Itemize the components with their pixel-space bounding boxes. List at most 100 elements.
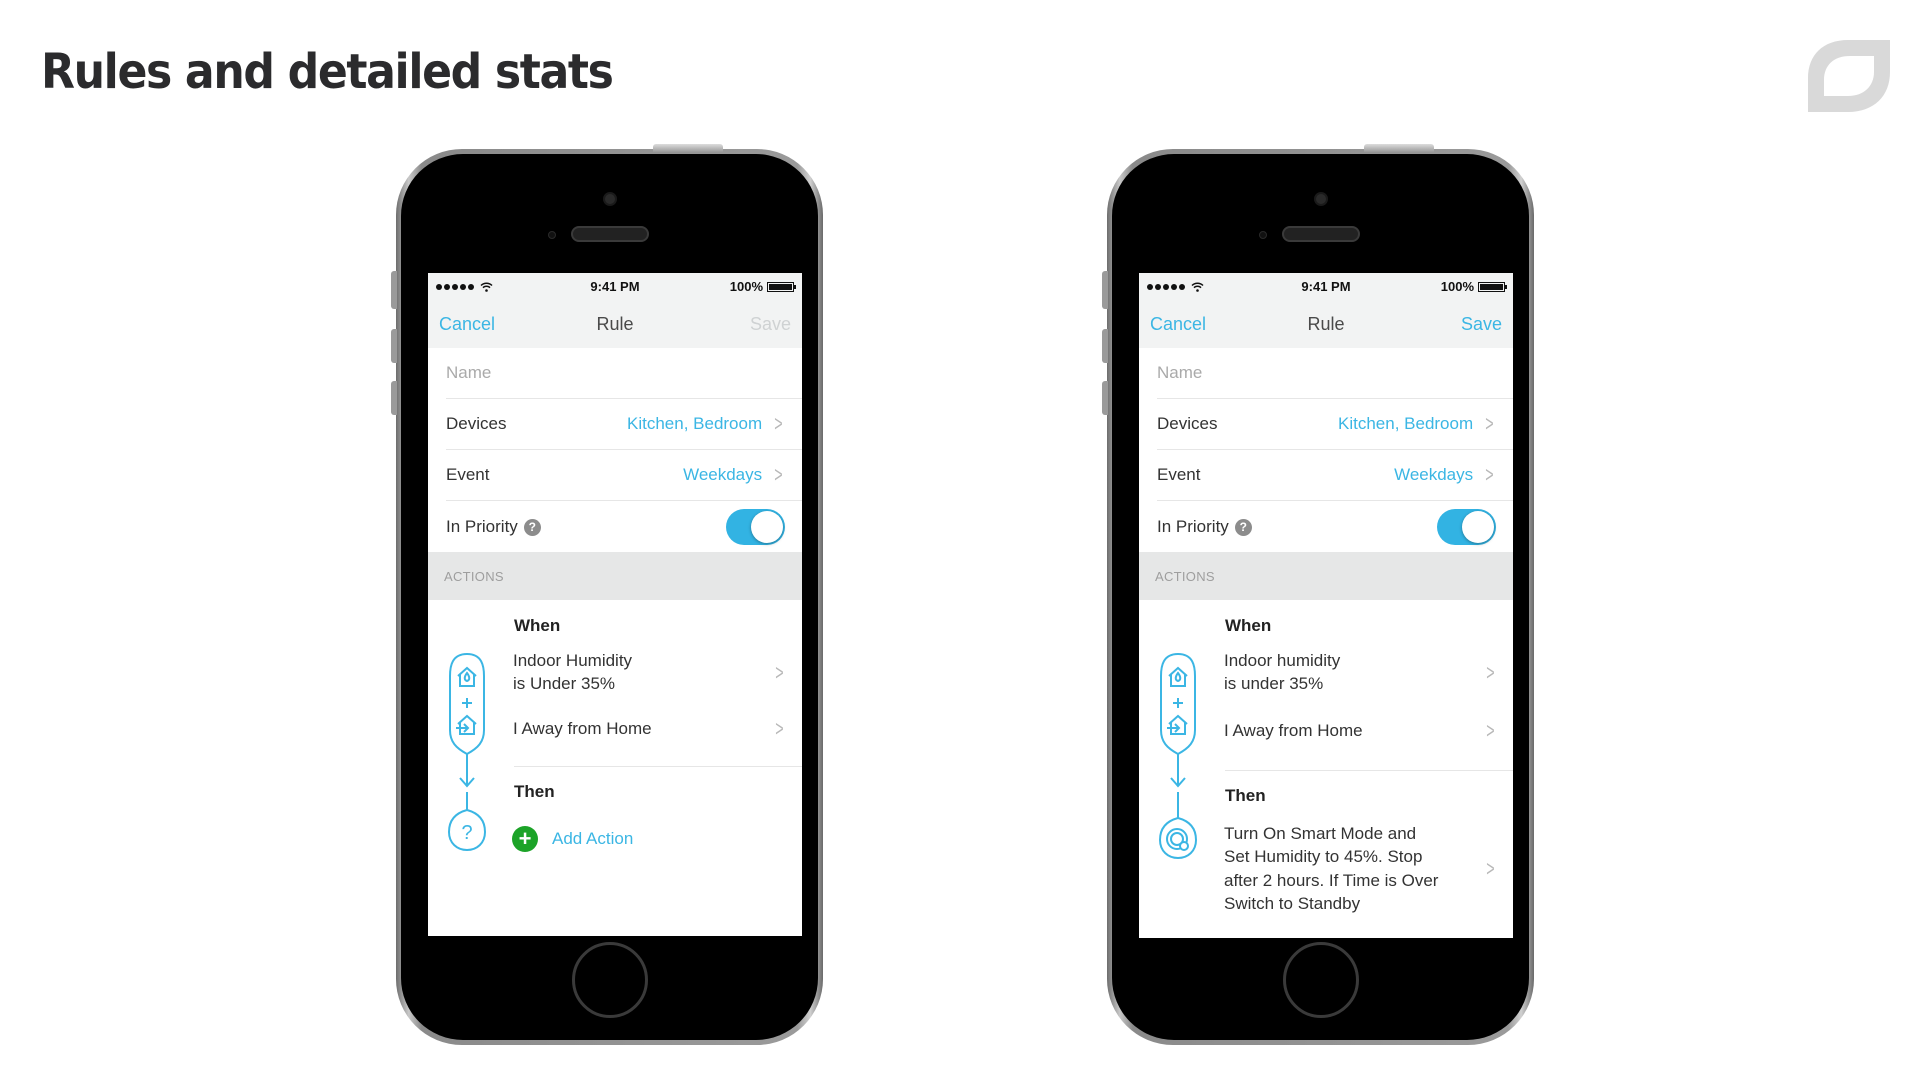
action-line: Set Humidity to 45%. Stop bbox=[1224, 847, 1423, 867]
nav-bar: Cancel Rule Save bbox=[428, 300, 802, 348]
battery-percent: 100% bbox=[729, 279, 763, 294]
priority-label: In Priority bbox=[446, 516, 518, 536]
event-label: Event bbox=[1157, 465, 1201, 484]
save-button[interactable]: Save bbox=[750, 314, 791, 335]
then-header: Then bbox=[1225, 786, 1266, 805]
then-header: Then bbox=[514, 782, 555, 801]
actions-section-header: ACTIONS bbox=[428, 552, 802, 600]
help-icon[interactable]: ? bbox=[523, 518, 541, 536]
battery-icon bbox=[1478, 281, 1507, 292]
chevron-right-icon: > bbox=[1486, 718, 1495, 744]
status-time: 9:41 PM bbox=[590, 279, 640, 294]
earpiece-speaker bbox=[570, 226, 649, 242]
arrow-down-icon bbox=[459, 754, 475, 788]
wifi-icon bbox=[480, 282, 493, 292]
actions-panel: ? When Indoor Humidity is Under 35% > I A… bbox=[428, 600, 802, 920]
condition-humidity[interactable]: Indoor Humidity is Under 35% > bbox=[513, 650, 786, 696]
priority-toggle[interactable] bbox=[1437, 508, 1496, 545]
leaf-logo-icon bbox=[1808, 40, 1890, 112]
event-row[interactable]: Event Weekdays > bbox=[446, 450, 802, 501]
divider bbox=[514, 766, 802, 767]
power-button bbox=[653, 144, 723, 152]
action-line: Turn On Smart Mode and bbox=[1224, 824, 1417, 843]
phone-mockup-2: 9:41 PM 100% Cancel Rule Save Name Devic… bbox=[1102, 144, 1534, 1045]
save-button[interactable]: Save bbox=[1461, 314, 1502, 335]
power-button bbox=[1364, 144, 1434, 152]
away-home-icon bbox=[1167, 714, 1188, 735]
home-button[interactable] bbox=[571, 942, 648, 1018]
earpiece-speaker bbox=[1281, 226, 1360, 242]
home-button[interactable] bbox=[1282, 942, 1359, 1018]
rule-screen: 9:41 PM 100% Cancel Rule Save Name Devic… bbox=[428, 273, 802, 936]
event-value: Weekdays bbox=[683, 465, 763, 484]
proximity-sensor bbox=[548, 231, 556, 239]
cancel-button[interactable]: Cancel bbox=[439, 314, 495, 335]
name-placeholder: Name bbox=[446, 363, 492, 382]
chevron-right-icon: > bbox=[775, 716, 784, 742]
signal-dots-icon bbox=[1147, 283, 1185, 290]
volume-up-button bbox=[1102, 329, 1108, 363]
cancel-button[interactable]: Cancel bbox=[1150, 314, 1206, 335]
chevron-right-icon: > bbox=[1485, 411, 1494, 436]
nav-bar: Cancel Rule Save bbox=[1139, 300, 1513, 348]
devices-value: Kitchen, Bedroom bbox=[627, 414, 763, 433]
arrow-down-icon bbox=[1170, 754, 1186, 788]
condition-line: is Under 35% bbox=[513, 673, 616, 693]
condition-away[interactable]: I Away from Home > bbox=[1224, 720, 1497, 743]
mute-switch bbox=[391, 271, 397, 309]
devices-label: Devices bbox=[446, 414, 507, 433]
priority-row: In Priority? bbox=[446, 501, 802, 552]
plus-icon bbox=[1173, 698, 1183, 708]
status-bar: 9:41 PM 100% bbox=[1139, 273, 1513, 300]
then-action-row[interactable]: Turn On Smart Mode and Set Humidity to 4… bbox=[1224, 822, 1497, 916]
event-value: Weekdays bbox=[1394, 465, 1474, 484]
front-camera bbox=[602, 192, 617, 206]
rule-flow-diagram bbox=[1158, 652, 1198, 860]
question-icon: ? bbox=[461, 822, 472, 844]
name-field[interactable]: Name bbox=[446, 348, 802, 399]
nav-title: Rule bbox=[596, 313, 634, 334]
status-time: 9:41 PM bbox=[1301, 279, 1351, 294]
condition-line: is under 35% bbox=[1224, 673, 1324, 693]
condition-humidity[interactable]: Indoor humidity is under 35% > bbox=[1224, 650, 1497, 696]
battery-icon bbox=[767, 281, 796, 292]
water-drop-icon bbox=[463, 671, 471, 683]
devices-row[interactable]: Devices Kitchen, Bedroom > bbox=[446, 399, 802, 450]
event-label: Event bbox=[446, 465, 490, 484]
plus-icon bbox=[462, 698, 472, 708]
name-placeholder: Name bbox=[1157, 363, 1203, 382]
add-action-button[interactable]: + Add Action bbox=[512, 826, 633, 852]
action-line: after 2 hours. If Time is Over bbox=[1224, 870, 1439, 890]
wifi-icon bbox=[1191, 282, 1204, 292]
devices-value: Kitchen, Bedroom bbox=[1338, 414, 1474, 433]
volume-down-button bbox=[1102, 381, 1108, 415]
status-bar: 9:41 PM 100% bbox=[428, 273, 802, 300]
event-row[interactable]: Event Weekdays > bbox=[1157, 450, 1513, 501]
volume-up-button bbox=[391, 329, 397, 363]
condition-line: Indoor Humidity bbox=[513, 651, 633, 670]
help-icon[interactable]: ? bbox=[1234, 518, 1252, 536]
chevron-right-icon: > bbox=[1485, 462, 1494, 487]
proximity-sensor bbox=[1259, 231, 1267, 239]
battery-percent: 100% bbox=[1440, 279, 1474, 294]
water-drop-icon bbox=[1174, 671, 1182, 683]
devices-row[interactable]: Devices Kitchen, Bedroom > bbox=[1157, 399, 1513, 450]
condition-line: I Away from Home bbox=[1224, 721, 1363, 740]
volume-down-button bbox=[391, 381, 397, 415]
add-circle-icon: + bbox=[512, 826, 538, 852]
mute-switch bbox=[1102, 271, 1108, 309]
phone-mockup-1: 9:41 PM 100% Cancel Rule Save Name Devic… bbox=[391, 144, 823, 1045]
chevron-right-icon: > bbox=[775, 659, 784, 685]
front-camera bbox=[1313, 192, 1328, 206]
when-header: When bbox=[1225, 616, 1272, 635]
name-field[interactable]: Name bbox=[1157, 348, 1513, 399]
signal-dots-icon bbox=[436, 283, 474, 290]
actions-panel: When Indoor humidity is under 35% > I Awa… bbox=[1139, 600, 1513, 920]
action-line: Switch to Standby bbox=[1224, 894, 1361, 914]
condition-away[interactable]: I Away from Home > bbox=[513, 718, 786, 741]
devices-label: Devices bbox=[1157, 414, 1218, 433]
priority-row: In Priority? bbox=[1157, 501, 1513, 552]
priority-toggle[interactable] bbox=[726, 508, 785, 545]
rule-screen: 9:41 PM 100% Cancel Rule Save Name Devic… bbox=[1139, 273, 1513, 938]
when-header: When bbox=[514, 616, 561, 635]
